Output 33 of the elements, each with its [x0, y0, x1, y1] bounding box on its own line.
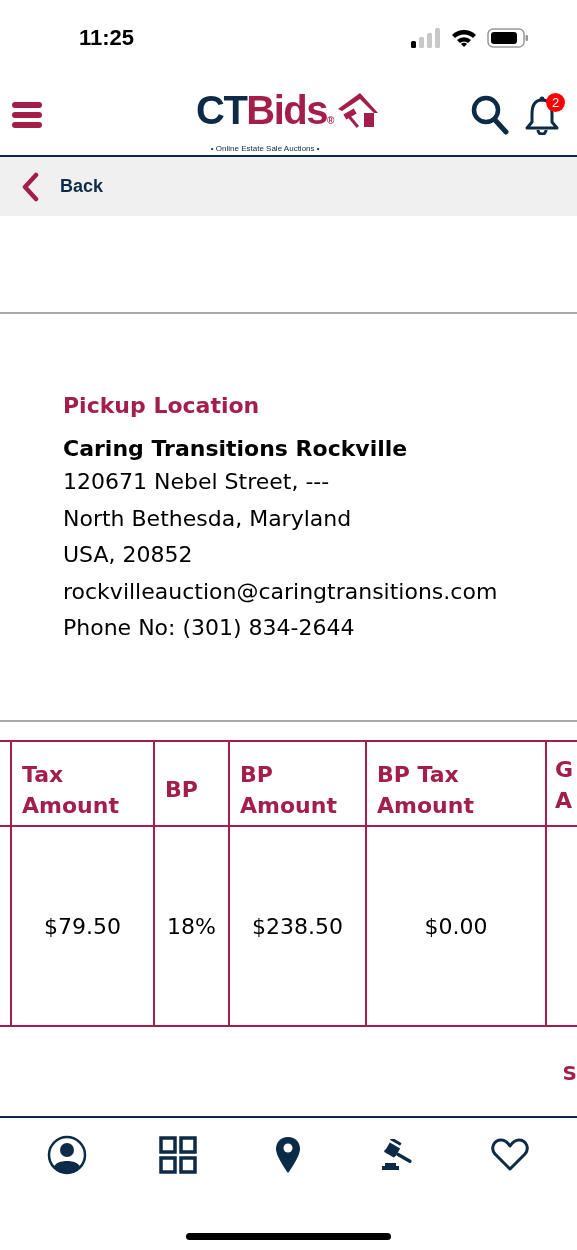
- summary-label: S: [562, 1061, 577, 1085]
- bell-icon[interactable]: [523, 95, 561, 135]
- column-header: Tax Amount: [22, 760, 120, 820]
- address-line: 120671 Nebel Street, ---: [63, 468, 331, 496]
- table-cell: $0.00: [424, 913, 488, 939]
- phone-number: Phone No: (301) 834-2644: [63, 614, 356, 642]
- email-address: rockvilleauction@caringtransitions.com: [63, 577, 499, 606]
- address-line: USA, 20852: [63, 541, 194, 569]
- section-heading: Pickup Location: [63, 392, 261, 420]
- account-icon[interactable]: [47, 1135, 88, 1175]
- grid-icon[interactable]: [158, 1136, 197, 1174]
- heart-icon[interactable]: [490, 1138, 529, 1172]
- notification-badge: 2: [546, 93, 565, 112]
- column-header: BP: [165, 776, 198, 804]
- table-cell: 18%: [167, 913, 216, 939]
- table-cell: $238.50: [252, 913, 343, 939]
- chevron-left-icon: [20, 171, 40, 202]
- status-time: 11:25: [79, 24, 135, 51]
- table-cell: $79.50: [44, 913, 121, 939]
- location-name: Caring Transitions Rockville: [63, 435, 409, 463]
- menu-icon[interactable]: [12, 101, 42, 129]
- search-icon[interactable]: [471, 95, 509, 135]
- battery-icon: [487, 27, 529, 48]
- column-header: BP Tax Amount: [377, 760, 475, 820]
- column-header: G A: [555, 756, 574, 815]
- location-pin-icon[interactable]: [275, 1136, 302, 1174]
- wifi-icon: [451, 27, 477, 48]
- address-line: North Bethesda, Maryland: [63, 504, 353, 533]
- logo-tagline: • Online Estate Sale Auctions •: [210, 144, 320, 153]
- column-header: BP Amount: [240, 760, 338, 820]
- back-button[interactable]: Back: [0, 157, 114, 216]
- logo-wordmark[interactable]: CTBids®: [196, 91, 335, 140]
- signal-icon: [411, 27, 441, 48]
